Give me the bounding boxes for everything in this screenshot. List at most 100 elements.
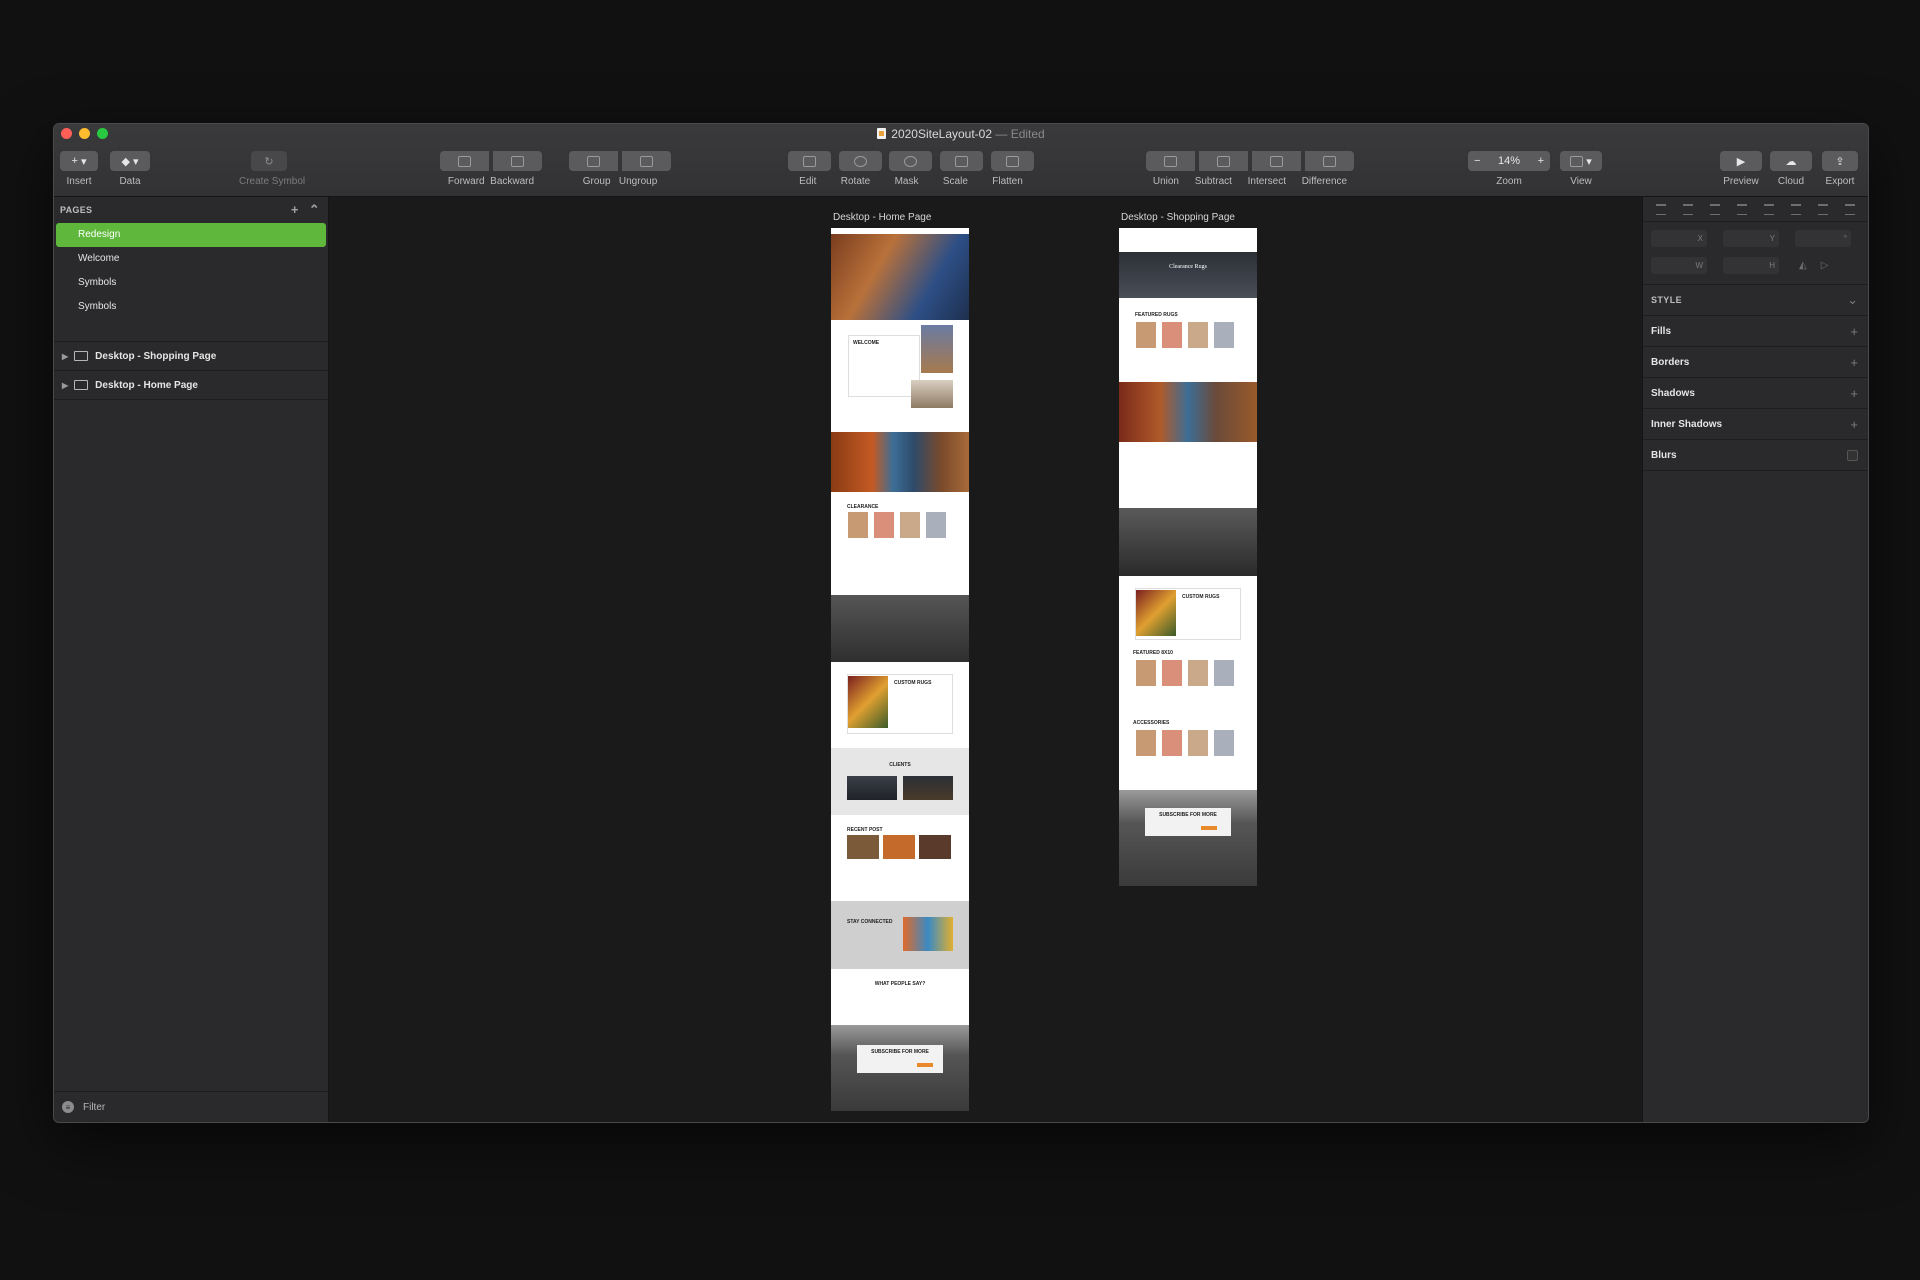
align-middle-icon[interactable] — [1818, 203, 1829, 215]
edit-button[interactable] — [787, 151, 831, 171]
flip-horizontal-icon[interactable]: ◭ — [1799, 260, 1807, 271]
geometry-fields: X Y ° W H ◭ ▷ — [1643, 222, 1868, 274]
distribute-horizontal-icon[interactable] — [1655, 203, 1666, 215]
shopping-nav-bar — [1119, 228, 1257, 252]
rug-tile — [1136, 322, 1156, 348]
align-right-icon[interactable] — [1764, 203, 1775, 215]
layer-desktop-shopping-page[interactable]: ▶ Desktop - Shopping Page — [54, 342, 328, 371]
add-border-button[interactable]: + — [1850, 355, 1858, 370]
layer-label: Desktop - Shopping Page — [95, 350, 217, 362]
page-item-welcome[interactable]: Welcome — [56, 247, 326, 271]
zoom-level[interactable]: 14% — [1498, 155, 1520, 167]
preview-button[interactable]: ▶ — [1720, 151, 1762, 171]
shopping-featured-8x10: FEATURED 8X10 — [1119, 648, 1257, 718]
preview-tool[interactable]: ▶ Preview — [1719, 151, 1763, 187]
accessories-heading: ACCESSORIES — [1133, 720, 1170, 726]
shadows-section[interactable]: Shadows + — [1643, 377, 1868, 408]
what-people-say-heading: WHAT PEOPLE SAY? — [874, 981, 926, 987]
fills-section[interactable]: Fills + — [1643, 315, 1868, 346]
page-item-symbols[interactable]: Symbols — [56, 271, 326, 295]
layer-filter[interactable]: ≡ Filter — [54, 1091, 328, 1122]
zoom-in-button[interactable]: + — [1538, 155, 1544, 167]
page-item-symbols-2[interactable]: Symbols — [56, 295, 326, 319]
add-shadow-button[interactable]: + — [1850, 386, 1858, 401]
insert-label: Insert — [66, 176, 92, 187]
export-tool[interactable]: ⇪ Export — [1818, 151, 1862, 187]
layer-desktop-home-page[interactable]: ▶ Desktop - Home Page — [54, 371, 328, 400]
flatten-button[interactable] — [991, 151, 1035, 171]
create-symbol-tool[interactable]: ↻ Create Symbol — [239, 151, 305, 187]
subtract-button[interactable] — [1199, 151, 1249, 171]
y-field[interactable]: Y — [1723, 230, 1779, 247]
create-symbol-button[interactable]: ↻ — [251, 151, 287, 171]
artboard-home-page[interactable]: WELCOME CLEARANCE CUSTOM RUGS CLIENTS RE… — [831, 228, 969, 1111]
rug-tile — [1162, 730, 1182, 756]
forward-icon — [458, 155, 472, 167]
blur-checkbox[interactable] — [1847, 449, 1858, 461]
borders-section[interactable]: Borders + — [1643, 346, 1868, 377]
artboard-title-shopping[interactable]: Desktop - Shopping Page — [1121, 212, 1235, 223]
rotate-label: Rotate — [840, 176, 871, 187]
intersect-label: Intersect — [1247, 176, 1286, 187]
add-page-button[interactable]: + — [291, 202, 299, 218]
shopping-category-buttons — [1119, 442, 1257, 508]
disclosure-triangle-icon[interactable]: ▶ — [62, 352, 68, 361]
artboard-title-home[interactable]: Desktop - Home Page — [833, 212, 931, 223]
data-button[interactable]: ◆ ▾ — [110, 151, 150, 171]
flatten-label: Flatten — [992, 176, 1023, 187]
welcome-photo — [921, 325, 953, 373]
insert-tool[interactable]: + ▾ Insert — [60, 151, 98, 187]
align-left-icon[interactable] — [1709, 203, 1720, 215]
chevron-down-icon[interactable]: ⌄ — [1847, 292, 1858, 308]
ungroup-icon — [639, 155, 653, 167]
x-field[interactable]: X — [1651, 230, 1707, 247]
rug-tile — [1214, 322, 1234, 348]
insert-button[interactable]: + ▾ — [60, 151, 98, 171]
add-inner-shadow-button[interactable]: + — [1850, 417, 1858, 432]
chevron-down-icon: ▾ — [133, 155, 139, 168]
clearance-heading: CLEARANCE — [847, 504, 879, 510]
blurs-section[interactable]: Blurs — [1643, 439, 1868, 471]
zoom-label: Zoom — [1496, 176, 1522, 187]
flip-vertical-icon[interactable]: ▷ — [1821, 260, 1829, 271]
style-section-header[interactable]: STYLE ⌄ — [1643, 284, 1868, 315]
home-subscribe-footer: SUBSCRIBE FOR MORE — [831, 1025, 969, 1111]
blurs-label: Blurs — [1651, 449, 1677, 461]
view-tool[interactable]: ▾ View — [1560, 151, 1602, 187]
export-button[interactable]: ⇪ — [1822, 151, 1858, 171]
cloud-button[interactable]: ☁ — [1770, 151, 1812, 171]
zoom-out-button[interactable]: − — [1474, 155, 1480, 167]
width-field[interactable]: W — [1651, 257, 1707, 274]
canvas[interactable]: Desktop - Home Page WELCOME CLEARANCE CU… — [329, 197, 1642, 1122]
cloud-tool[interactable]: ☁ Cloud — [1769, 151, 1813, 187]
data-tool[interactable]: ◆ ▾ Data — [110, 151, 150, 187]
artboard-shopping-page[interactable]: Clearance Rugs FEATURED RUGS CUSTOM RUGS… — [1119, 228, 1257, 886]
backward-button[interactable] — [492, 151, 542, 171]
align-bottom-icon[interactable] — [1845, 203, 1856, 215]
view-button[interactable]: ▾ — [1560, 151, 1602, 171]
inner-shadows-section[interactable]: Inner Shadows + — [1643, 408, 1868, 439]
difference-button[interactable] — [1304, 151, 1354, 171]
post-image — [919, 835, 951, 859]
ungroup-button[interactable] — [621, 151, 671, 171]
mask-button[interactable] — [889, 151, 933, 171]
disclosure-triangle-icon[interactable]: ▶ — [62, 381, 68, 390]
align-top-icon[interactable] — [1791, 203, 1802, 215]
scale-button[interactable] — [940, 151, 984, 171]
rotate-button[interactable] — [838, 151, 882, 171]
union-button[interactable] — [1146, 151, 1196, 171]
forward-button[interactable] — [440, 151, 490, 171]
shopping-featured-rugs: FEATURED RUGS — [1119, 308, 1257, 382]
rotation-field[interactable]: ° — [1795, 230, 1851, 247]
add-fill-button[interactable]: + — [1850, 324, 1858, 339]
page-item-redesign[interactable]: Redesign — [56, 223, 326, 247]
align-center-icon[interactable] — [1736, 203, 1747, 215]
group-button[interactable] — [569, 151, 619, 171]
height-field[interactable]: H — [1723, 257, 1779, 274]
pages-header-label: PAGES — [60, 205, 93, 215]
distribute-vertical-icon[interactable] — [1682, 203, 1693, 215]
post-image — [883, 835, 915, 859]
collapse-pages-button[interactable]: ⌃ — [309, 202, 320, 218]
intersect-button[interactable] — [1251, 151, 1301, 171]
difference-icon — [1322, 155, 1336, 167]
